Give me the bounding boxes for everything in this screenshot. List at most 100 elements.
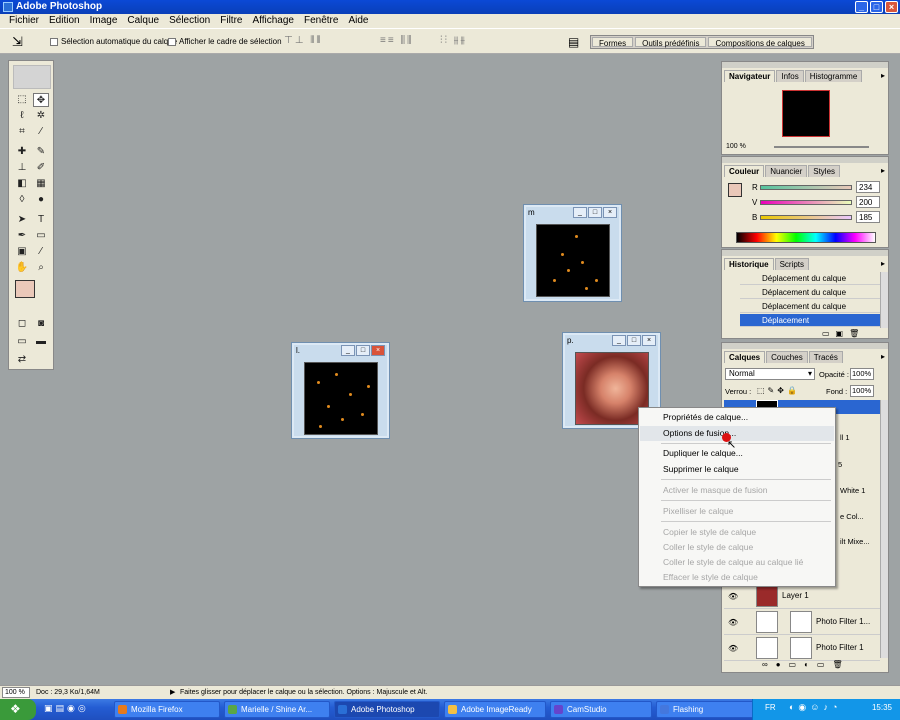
- doc3-close-icon[interactable]: ×: [642, 335, 656, 346]
- gradient-tool-icon[interactable]: ▦: [33, 177, 49, 191]
- hand-tool-icon[interactable]: ✋: [14, 261, 30, 275]
- history-row[interactable]: Déplacement du calque: [740, 286, 880, 299]
- pen-tool-icon[interactable]: ✒: [14, 229, 30, 243]
- task-imageready[interactable]: Adobe ImageReady: [444, 701, 546, 718]
- status-doc-size[interactable]: Doc : 29,3 Ko/1,64M: [36, 686, 100, 699]
- fullscreen-mode-icon[interactable]: ▬: [33, 335, 49, 349]
- history-row-current[interactable]: Déplacement: [740, 314, 880, 327]
- eyedropper-icon[interactable]: ⁄: [33, 245, 49, 259]
- bounding-box-option[interactable]: Afficher le cadre de sélection: [168, 37, 282, 46]
- color-menu-icon[interactable]: ▸: [881, 166, 885, 175]
- distribute-buttons-icon[interactable]: ≡≡ ⫼⫼: [380, 35, 414, 46]
- maximize-icon[interactable]: □: [870, 1, 883, 13]
- screen-mode-icon[interactable]: ▭: [14, 335, 30, 349]
- history-row[interactable]: Déplacement du calque: [740, 300, 880, 313]
- menu-calque[interactable]: Calque: [122, 14, 164, 28]
- menu-affichage[interactable]: Affichage: [247, 14, 299, 28]
- history-scrollbar[interactable]: [880, 272, 888, 328]
- tray-icons[interactable]: ◐◉☺♪◔: [789, 702, 841, 713]
- opacity-value[interactable]: 100%: [850, 368, 874, 380]
- tab-traces[interactable]: Tracés: [808, 351, 843, 363]
- tab-couches[interactable]: Couches: [766, 351, 808, 363]
- doc1-minimize-icon[interactable]: _: [341, 345, 355, 356]
- document-window-2[interactable]: m _ □ ×: [523, 204, 622, 302]
- menu-image[interactable]: Image: [85, 14, 123, 28]
- zoom-tool-icon[interactable]: ⌕: [33, 261, 49, 275]
- document-1-canvas[interactable]: [304, 362, 378, 435]
- well-tab-compositions[interactable]: Compositions de calques: [708, 37, 812, 48]
- distribute-more-icon[interactable]: ⫶⫶ ⫵⫵: [440, 35, 467, 46]
- auto-select-checkbox[interactable]: [50, 37, 58, 46]
- navigator-menu-icon[interactable]: ▸: [881, 71, 885, 80]
- history-brush-icon[interactable]: ✐: [33, 161, 49, 175]
- eye-icon[interactable]: 👁: [728, 644, 738, 653]
- healing-brush-icon[interactable]: ✚: [14, 145, 30, 159]
- color-fg-swatch[interactable]: [728, 183, 742, 197]
- eye-icon[interactable]: 👁: [728, 592, 738, 601]
- jump-to-imageready-icon[interactable]: ⇄: [14, 353, 30, 367]
- tab-histogramme[interactable]: Histogramme: [804, 70, 863, 82]
- doc2-maximize-icon[interactable]: □: [588, 207, 602, 218]
- doc3-minimize-icon[interactable]: _: [612, 335, 626, 346]
- eye-icon[interactable]: 👁: [728, 618, 738, 627]
- navigator-zoom[interactable]: 100 %: [726, 143, 746, 150]
- status-zoom[interactable]: 100 %: [2, 687, 30, 698]
- magic-wand-icon[interactable]: ✲: [33, 109, 49, 123]
- blend-mode-select[interactable]: Normal ▾: [725, 368, 815, 380]
- fill-value[interactable]: 100%: [850, 385, 874, 397]
- palette-well-icon[interactable]: ▤: [568, 35, 579, 49]
- document-window-1[interactable]: l. _ □ ×: [291, 342, 390, 439]
- brush-tool-icon[interactable]: ✎: [33, 145, 49, 159]
- tab-couleur[interactable]: Couleur: [724, 165, 765, 177]
- menu-selection[interactable]: Sélection: [164, 14, 215, 28]
- move-tool-icon[interactable]: ✥: [33, 93, 49, 107]
- ctx-blending-options[interactable]: Options de fusion...: [640, 426, 834, 441]
- shape-tool-icon[interactable]: ▭: [33, 229, 49, 243]
- layer-row[interactable]: 👁 Photo Filter 1: [724, 635, 880, 661]
- tab-nuancier[interactable]: Nuancier: [765, 165, 808, 177]
- marquee-tool-icon[interactable]: ⬚: [14, 93, 30, 107]
- stamp-tool-icon[interactable]: ⊥: [14, 161, 30, 175]
- language-indicator[interactable]: FR: [765, 703, 776, 712]
- navigator-zoom-slider[interactable]: [774, 146, 869, 148]
- start-button[interactable]: ❖: [0, 699, 36, 720]
- minimize-icon[interactable]: _: [855, 1, 868, 13]
- history-action-icons[interactable]: ▭▣🗑: [822, 329, 865, 338]
- layers-menu-icon[interactable]: ▸: [881, 352, 885, 361]
- task-photoshop[interactable]: Adobe Photoshop: [334, 701, 440, 718]
- channel-v-slider[interactable]: [760, 200, 852, 205]
- blur-tool-icon[interactable]: ◊: [14, 193, 30, 207]
- move-tool-icon[interactable]: ⇲: [12, 34, 23, 50]
- channel-r-slider[interactable]: [760, 185, 852, 190]
- well-tab-formes[interactable]: Formes: [592, 37, 634, 48]
- channel-b-value[interactable]: 185: [856, 211, 880, 223]
- ctx-duplicate-layer[interactable]: Dupliquer le calque...: [640, 446, 834, 461]
- tab-historique[interactable]: Historique: [724, 258, 774, 270]
- layers-action-icons[interactable]: ∞●▭◐▭🗑: [762, 660, 851, 669]
- menu-filtre[interactable]: Filtre: [215, 14, 247, 28]
- slice-tool-icon[interactable]: ∕: [33, 125, 49, 139]
- status-arrow-icon[interactable]: ▶: [170, 686, 175, 699]
- bounding-box-checkbox[interactable]: [168, 37, 176, 46]
- history-row[interactable]: Déplacement du calque: [740, 272, 880, 285]
- task-firefox[interactable]: Mozilla Firefox: [114, 701, 220, 718]
- dodge-tool-icon[interactable]: ●: [33, 193, 49, 207]
- task-camstudio[interactable]: CamStudio: [550, 701, 652, 718]
- channel-b-slider[interactable]: [760, 215, 852, 220]
- eraser-tool-icon[interactable]: ◧: [14, 177, 30, 191]
- menu-fichier[interactable]: Fichier: [4, 14, 44, 28]
- close-icon[interactable]: ×: [885, 1, 898, 13]
- quickmask-mode-icon[interactable]: ◙: [33, 317, 49, 331]
- doc1-close-icon[interactable]: ×: [371, 345, 385, 356]
- history-menu-icon[interactable]: ▸: [881, 259, 885, 268]
- layers-scrollbar[interactable]: [880, 400, 888, 658]
- tab-scripts[interactable]: Scripts: [774, 258, 810, 270]
- task-flashing[interactable]: Flashing: [656, 701, 754, 718]
- menu-aide[interactable]: Aide: [343, 14, 373, 28]
- ctx-delete-layer[interactable]: Supprimer le calque: [640, 462, 834, 477]
- menu-fenetre[interactable]: Fenêtre: [299, 14, 343, 28]
- standard-mode-icon[interactable]: ◻: [14, 317, 30, 331]
- feather-logo-icon[interactable]: [13, 65, 51, 89]
- lock-icons[interactable]: ⬚✎✥🔒: [757, 386, 800, 395]
- navigator-thumbnail[interactable]: [782, 90, 830, 137]
